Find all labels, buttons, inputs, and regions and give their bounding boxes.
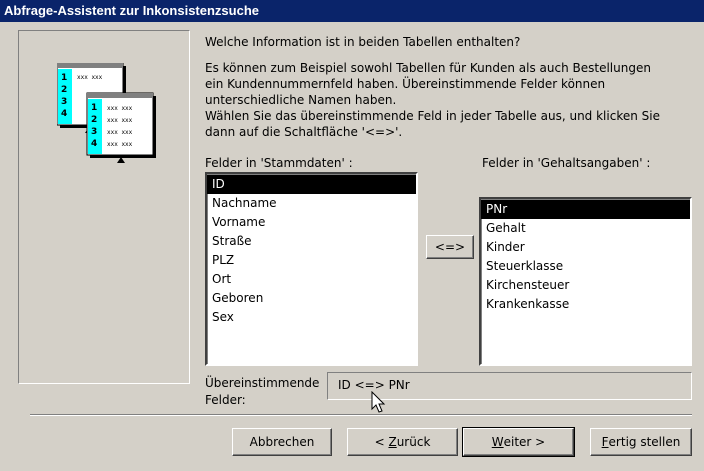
- matching-fields-label: Übereinstimmende: [205, 376, 320, 390]
- list-item[interactable]: ID: [207, 175, 416, 194]
- back-table-row-number: 3: [61, 97, 67, 107]
- front-table-cell: xxx xxx: [107, 129, 133, 136]
- back-button[interactable]: < Zurück: [347, 428, 458, 456]
- back-table-row-number: 2: [61, 85, 67, 95]
- front-table-row-number: 4: [91, 139, 97, 149]
- front-table-row-number: 2: [91, 115, 97, 125]
- instruction-line: unterschiedliche Namen haben.: [205, 93, 397, 107]
- list-item[interactable]: Nachname: [207, 194, 416, 213]
- list-item[interactable]: Kirchensteuer: [481, 276, 690, 295]
- wizard-illustration-panel: 1 2 3 4 xxx xxx 1 2 3 4 xxx xxx xxx xxx …: [18, 30, 190, 384]
- list-item[interactable]: Gehalt: [481, 219, 690, 238]
- list-item[interactable]: Geboren: [207, 289, 416, 308]
- instruction-line: Wählen Sie das übereinstimmende Feld in …: [205, 109, 660, 123]
- title-bar[interactable]: Abfrage-Assistent zur Inkonsistenzsuche: [0, 0, 704, 22]
- back-button-label: < Zurück: [374, 435, 431, 449]
- question-text: Welche Information ist in beiden Tabelle…: [205, 35, 521, 49]
- matching-fields-value: ID <=> PNr: [338, 378, 410, 392]
- finish-button-label: Fertig stellen: [601, 435, 681, 449]
- next-button-label: Weiter >: [491, 435, 546, 449]
- list-item[interactable]: Ort: [207, 270, 416, 289]
- list-item[interactable]: Straße: [207, 232, 416, 251]
- front-table-row-number: 1: [91, 103, 97, 113]
- front-table-cell: xxx xxx: [107, 141, 133, 148]
- list-item[interactable]: PNr: [481, 200, 690, 219]
- front-table-cell: xxx xxx: [107, 117, 133, 124]
- two-tables-icon: 1 2 3 4 xxx xxx 1 2 3 4 xxx xxx xxx xxx …: [57, 63, 156, 163]
- mouse-cursor-icon: [371, 391, 386, 413]
- back-table-row-number: 1: [61, 73, 67, 83]
- instruction-line: Es können zum Beispiel sowohl Tabellen f…: [205, 61, 651, 75]
- list-item[interactable]: Kinder: [481, 238, 690, 257]
- right-fields-list[interactable]: PNr Gehalt Kinder Steuerklasse Kirchenst…: [479, 197, 692, 366]
- cancel-button[interactable]: Abbrechen: [232, 428, 332, 456]
- list-item[interactable]: Vorname: [207, 213, 416, 232]
- front-table-cell: xxx xxx: [107, 105, 133, 112]
- back-table-cell: xxx xxx: [77, 74, 103, 81]
- right-list-label: Felder in 'Gehaltsangaben' :: [482, 156, 651, 170]
- list-item[interactable]: Steuerklasse: [481, 257, 690, 276]
- list-item[interactable]: Sex: [207, 308, 416, 327]
- list-item[interactable]: PLZ: [207, 251, 416, 270]
- back-table-row-number: 4: [61, 109, 67, 119]
- instruction-line: dann auf die Schaltfläche '<=>'.: [205, 125, 403, 139]
- left-list-label: Felder in 'Stammdaten' :: [205, 156, 353, 170]
- next-button[interactable]: Weiter >: [462, 427, 575, 457]
- instruction-line: ein Kundennummernfeld haben. Übereinstim…: [205, 77, 606, 91]
- left-fields-list[interactable]: ID Nachname Vorname Straße PLZ Ort Gebor…: [205, 172, 418, 366]
- cancel-button-label: Abbrechen: [249, 435, 315, 449]
- matching-fields-label-cont: Felder:: [205, 393, 246, 407]
- front-table-row-number: 3: [91, 127, 97, 137]
- finish-button[interactable]: Fertig stellen: [590, 428, 692, 456]
- match-fields-button[interactable]: <=>: [426, 235, 474, 259]
- button-separator: [30, 414, 692, 416]
- list-item[interactable]: Krankenkasse: [481, 295, 690, 314]
- window-title: Abfrage-Assistent zur Inkonsistenzsuche: [4, 3, 259, 18]
